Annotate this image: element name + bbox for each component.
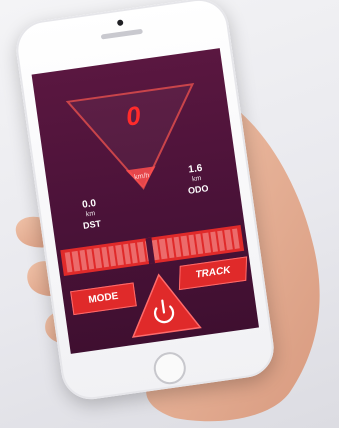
front-camera xyxy=(116,19,124,27)
home-button-icon[interactable] xyxy=(151,350,188,387)
earpiece-speaker xyxy=(100,28,143,40)
power-button[interactable] xyxy=(123,268,203,339)
odometer-metric: 1.6 km ODO xyxy=(174,162,220,198)
product-photo-scene: 0 km/h 0.0 km DST 1.6 km ODO MODE TRACK xyxy=(0,0,339,428)
app-screen: 0 km/h 0.0 km DST 1.6 km ODO MODE TRACK xyxy=(31,48,259,354)
distance-metric: 0.0 km DST xyxy=(68,197,114,233)
